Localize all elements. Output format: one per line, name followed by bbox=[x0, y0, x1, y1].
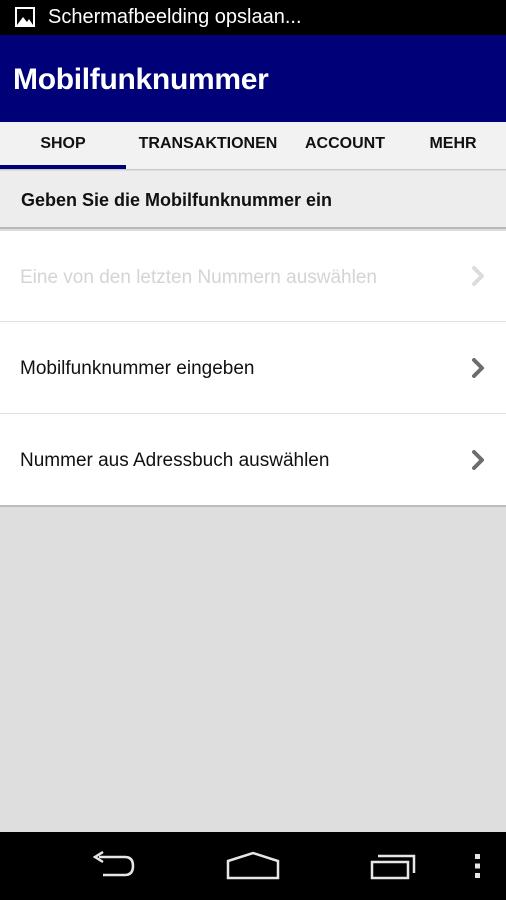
chevron-right-icon bbox=[472, 266, 484, 286]
tab-account[interactable]: ACCOUNT bbox=[290, 122, 400, 170]
chevron-right-icon bbox=[472, 357, 484, 378]
list-item-recent-numbers: Eine von den letzten Nummern auswählen bbox=[0, 231, 506, 322]
home-icon bbox=[226, 851, 280, 880]
navigation-bar bbox=[0, 832, 506, 900]
list-item-label: Nummer aus Adressbuch auswählen bbox=[20, 450, 330, 471]
list-item-address-book[interactable]: Nummer aus Adressbuch auswählen bbox=[0, 414, 506, 505]
back-button[interactable] bbox=[62, 832, 162, 900]
tab-label: ACCOUNT bbox=[305, 135, 385, 152]
list-item-enter-number[interactable]: Mobilfunknummer eingeben bbox=[0, 322, 506, 414]
tab-label: MEHR bbox=[429, 135, 477, 152]
option-list: Eine von den letzten Nummern auswählen M… bbox=[0, 231, 506, 507]
tab-label: SHOP bbox=[40, 135, 86, 152]
list-item-label: Mobilfunknummer eingeben bbox=[20, 358, 255, 379]
page-title: Mobilfunknummer bbox=[13, 63, 269, 96]
tab-bar: SHOP TRANSAKTIONEN ACCOUNT MEHR bbox=[0, 122, 506, 170]
image-icon bbox=[15, 7, 35, 27]
chevron-right-icon bbox=[472, 449, 484, 470]
home-button[interactable] bbox=[203, 832, 303, 900]
status-notification-text: Schermafbeelding opslaan... bbox=[48, 6, 302, 28]
section-header: Geben Sie die Mobilfunknummer ein bbox=[0, 171, 506, 229]
selected-tab-indicator bbox=[0, 165, 126, 169]
back-icon bbox=[92, 851, 135, 877]
tab-label: TRANSAKTIONEN bbox=[138, 135, 278, 152]
tab-transaktionen[interactable]: TRANSAKTIONEN bbox=[126, 122, 290, 170]
overflow-menu-button[interactable] bbox=[458, 832, 498, 900]
recents-icon bbox=[370, 854, 416, 880]
status-bar: Schermafbeelding opslaan... bbox=[0, 0, 506, 35]
section-header-label: Geben Sie die Mobilfunknummer ein bbox=[21, 190, 333, 210]
list-item-label: Eine von den letzten Nummern auswählen bbox=[20, 267, 377, 288]
tab-mehr[interactable]: MEHR bbox=[400, 122, 506, 170]
tab-shop[interactable]: SHOP bbox=[0, 122, 126, 170]
overflow-menu-icon bbox=[475, 854, 480, 878]
action-bar: Mobilfunknummer bbox=[0, 35, 506, 122]
recents-button[interactable] bbox=[344, 832, 444, 900]
